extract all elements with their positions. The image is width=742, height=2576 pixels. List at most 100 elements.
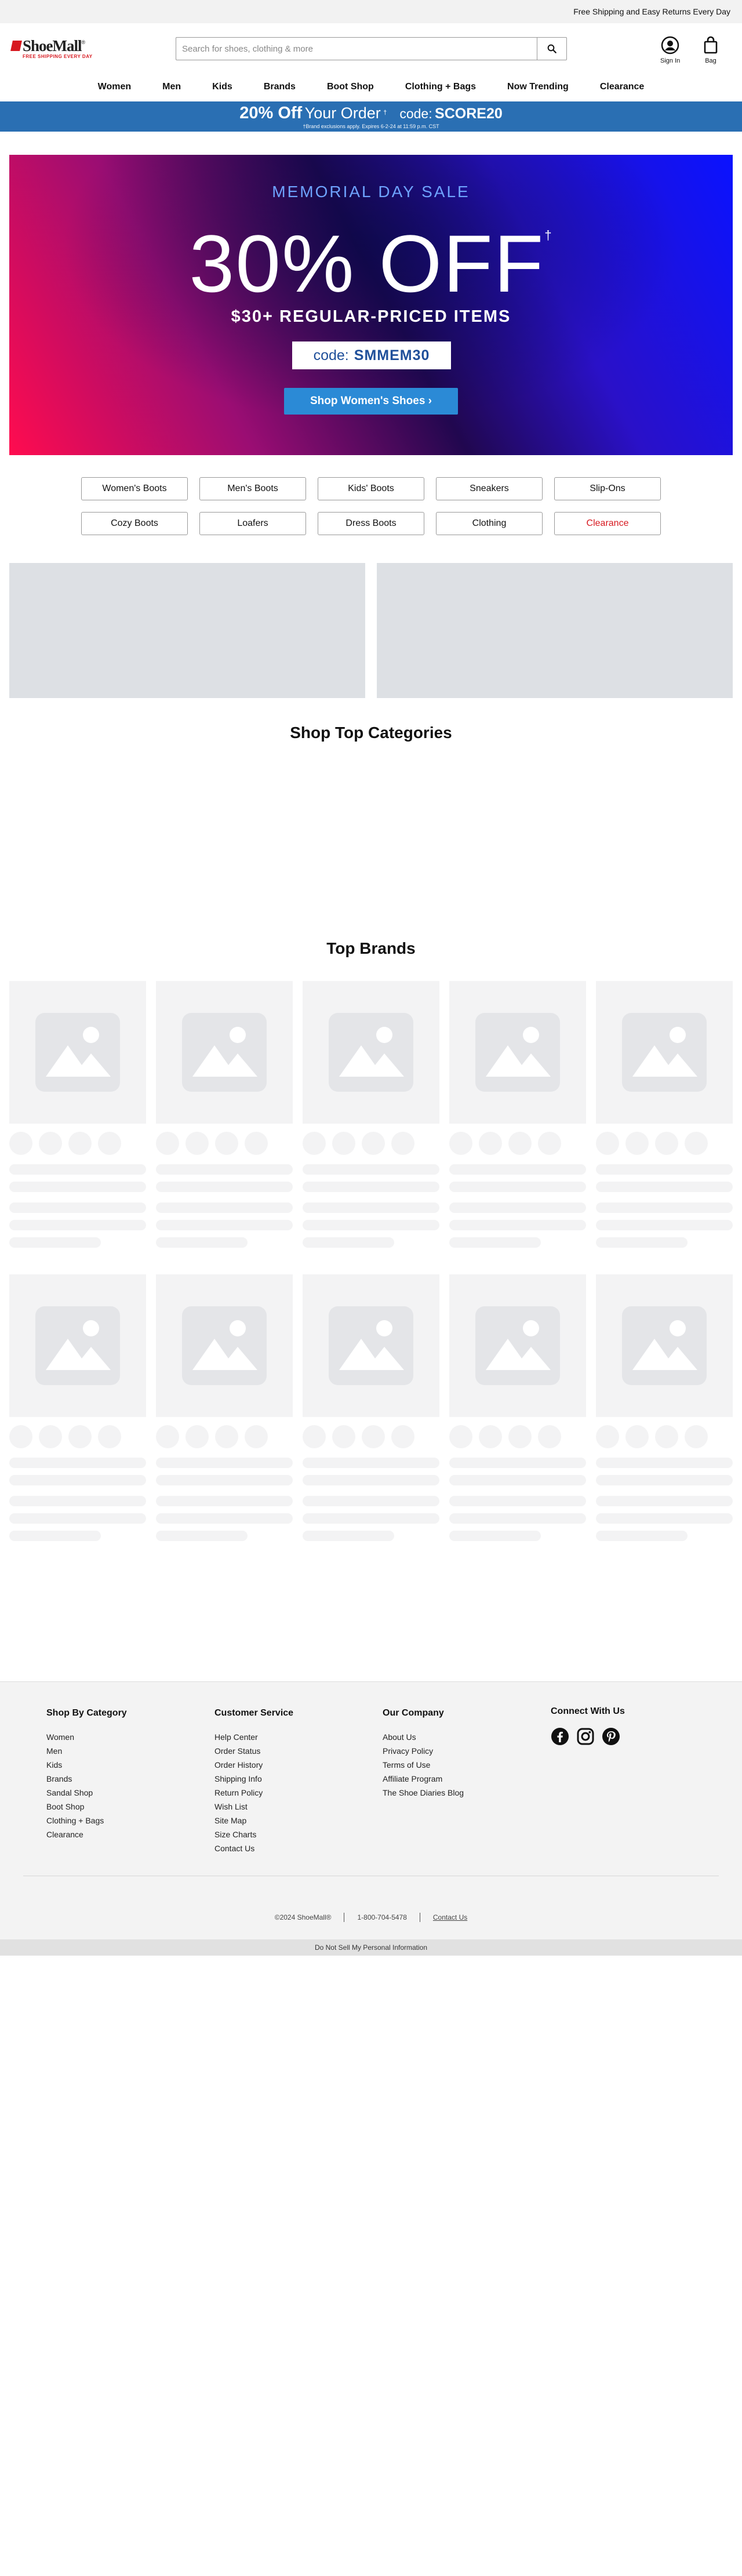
skeleton-bar xyxy=(596,1458,733,1468)
skeleton-bar xyxy=(303,1182,439,1192)
pill-cozy-boots[interactable]: Cozy Boots xyxy=(81,512,188,535)
skeleton-bar xyxy=(156,1237,248,1248)
nav-item-boot-shop[interactable]: Boot Shop xyxy=(311,82,390,92)
promo-percent: 20% Off xyxy=(239,104,303,122)
footer-link[interactable]: Site Map xyxy=(214,1814,293,1827)
skeleton-bar xyxy=(449,1475,586,1485)
sign-in-button[interactable]: Sign In xyxy=(660,36,680,64)
nav-item-clearance[interactable]: Clearance xyxy=(584,82,660,92)
brand-card-skeleton xyxy=(9,1274,146,1541)
logo-mark-icon xyxy=(10,41,22,51)
pill-slip-ons[interactable]: Slip-Ons xyxy=(554,477,661,500)
skeleton-dot xyxy=(508,1425,532,1448)
skeleton-dot xyxy=(156,1132,179,1155)
footer-link[interactable]: Clearance xyxy=(46,1827,127,1841)
pill-loafers[interactable]: Loafers xyxy=(199,512,306,535)
skeleton-bar xyxy=(596,1531,688,1541)
main-nav: Women Men Kids Brands Boot Shop Clothing… xyxy=(0,72,742,101)
footer-link[interactable]: Help Center xyxy=(214,1730,293,1744)
do-not-sell-link[interactable]: Do Not Sell My Personal Information xyxy=(0,1939,742,1956)
footer-link[interactable]: Size Charts xyxy=(214,1827,293,1841)
footer-link[interactable]: Return Policy xyxy=(214,1786,293,1800)
footer-link[interactable]: Clothing + Bags xyxy=(46,1814,127,1827)
footer-link[interactable]: Kids xyxy=(46,1758,127,1772)
footer-link[interactable]: About Us xyxy=(383,1730,464,1744)
footer-link[interactable]: Brands xyxy=(46,1772,127,1786)
skeleton-bar xyxy=(449,1458,586,1468)
pill-womens-boots[interactable]: Women's Boots xyxy=(81,477,188,500)
search-input[interactable] xyxy=(176,37,537,60)
skeleton-bar xyxy=(9,1220,146,1230)
hero-banner[interactable]: MEMORIAL DAY SALE 30% OFF† $30+ REGULAR-… xyxy=(9,155,733,455)
skeleton-dot xyxy=(655,1425,678,1448)
skeleton-dot xyxy=(362,1425,385,1448)
nav-item-men[interactable]: Men xyxy=(147,82,197,92)
image-placeholder xyxy=(303,1274,439,1417)
facebook-icon[interactable] xyxy=(551,1727,569,1746)
pill-sneakers[interactable]: Sneakers xyxy=(436,477,543,500)
nav-item-clothing-bags[interactable]: Clothing + Bags xyxy=(390,82,492,92)
image-placeholder xyxy=(596,981,733,1124)
hero-title: 30% OFF† xyxy=(9,223,733,304)
instagram-icon[interactable] xyxy=(576,1727,595,1746)
shoemall-logo[interactable]: ShoeMall ® FREE SHIPPING EVERY DAY xyxy=(10,37,128,59)
footer-link[interactable]: Order History xyxy=(214,1758,293,1772)
nav-item-women[interactable]: Women xyxy=(82,82,147,92)
nav-item-brands[interactable]: Brands xyxy=(248,82,311,92)
search-button[interactable] xyxy=(537,37,567,60)
footer-link[interactable]: Boot Shop xyxy=(46,1800,127,1814)
skeleton-dot xyxy=(362,1132,385,1155)
footer-heading: Shop By Category xyxy=(46,1708,127,1718)
nav-item-kids[interactable]: Kids xyxy=(197,82,248,92)
skeleton-bar xyxy=(156,1164,293,1175)
logo-tagline: FREE SHIPPING EVERY DAY xyxy=(23,53,93,59)
skeleton-dot xyxy=(39,1425,62,1448)
footer-heading: Our Company xyxy=(383,1708,444,1718)
pill-kids-boots[interactable]: Kids' Boots xyxy=(318,477,424,500)
skeleton-bar xyxy=(9,1202,146,1213)
footer-link[interactable]: Contact Us xyxy=(214,1841,293,1855)
footer-link[interactable]: Affiliate Program xyxy=(383,1772,464,1786)
footer-heading: Customer Service xyxy=(214,1708,294,1718)
nav-item-now-trending[interactable]: Now Trending xyxy=(492,82,584,92)
footer-link[interactable]: Terms of Use xyxy=(383,1758,464,1772)
footer-link[interactable]: Men xyxy=(46,1744,127,1758)
image-placeholder-icon xyxy=(35,1306,120,1385)
hero-code: SMMEM30 xyxy=(354,347,430,364)
pill-mens-boots[interactable]: Men's Boots xyxy=(199,477,306,500)
skeleton-bar xyxy=(303,1496,439,1506)
shop-womens-shoes-button[interactable]: Shop Women's Shoes › xyxy=(284,388,458,415)
promo-bar[interactable]: 20% Off Your Order † code: SCORE20 †Bran… xyxy=(0,101,742,132)
skeleton-bar xyxy=(156,1513,293,1524)
skeleton-dot xyxy=(332,1132,355,1155)
contact-us-link[interactable]: Contact Us xyxy=(433,1913,467,1921)
footer-link[interactable]: Women xyxy=(46,1730,127,1744)
image-placeholder-icon xyxy=(622,1013,707,1092)
pinterest-icon[interactable] xyxy=(602,1727,620,1746)
pill-dress-boots[interactable]: Dress Boots xyxy=(318,512,424,535)
skeleton-dot xyxy=(303,1132,326,1155)
bag-button[interactable]: Bag xyxy=(703,36,719,64)
skeleton-bar xyxy=(9,1458,146,1468)
skeleton-bar xyxy=(9,1496,146,1506)
image-placeholder-icon xyxy=(622,1306,707,1385)
search-icon xyxy=(547,44,556,53)
skeleton-dot xyxy=(685,1425,708,1448)
brand-card-skeleton xyxy=(303,981,439,1248)
phone-number[interactable]: 1-800-704-5478 xyxy=(357,1913,406,1921)
skeleton-dot xyxy=(215,1425,238,1448)
skeleton-dot xyxy=(39,1132,62,1155)
hero-dagger: † xyxy=(544,228,553,242)
hero-code-box: code: SMMEM30 xyxy=(292,341,451,369)
footer-link[interactable]: Privacy Policy xyxy=(383,1744,464,1758)
footer-link[interactable]: Wish List xyxy=(214,1800,293,1814)
footer-link[interactable]: The Shoe Diaries Blog xyxy=(383,1786,464,1800)
hero-title-text: 30% OFF xyxy=(189,218,545,309)
site-footer: Shop By Category Women Men Kids Brands S… xyxy=(0,1681,742,1939)
footer-link[interactable]: Shipping Info xyxy=(214,1772,293,1786)
footer-link[interactable]: Sandal Shop xyxy=(46,1786,127,1800)
skeleton-bar xyxy=(449,1164,586,1175)
pill-clearance[interactable]: Clearance xyxy=(554,512,661,535)
pill-clothing[interactable]: Clothing xyxy=(436,512,543,535)
footer-link[interactable]: Order Status xyxy=(214,1744,293,1758)
